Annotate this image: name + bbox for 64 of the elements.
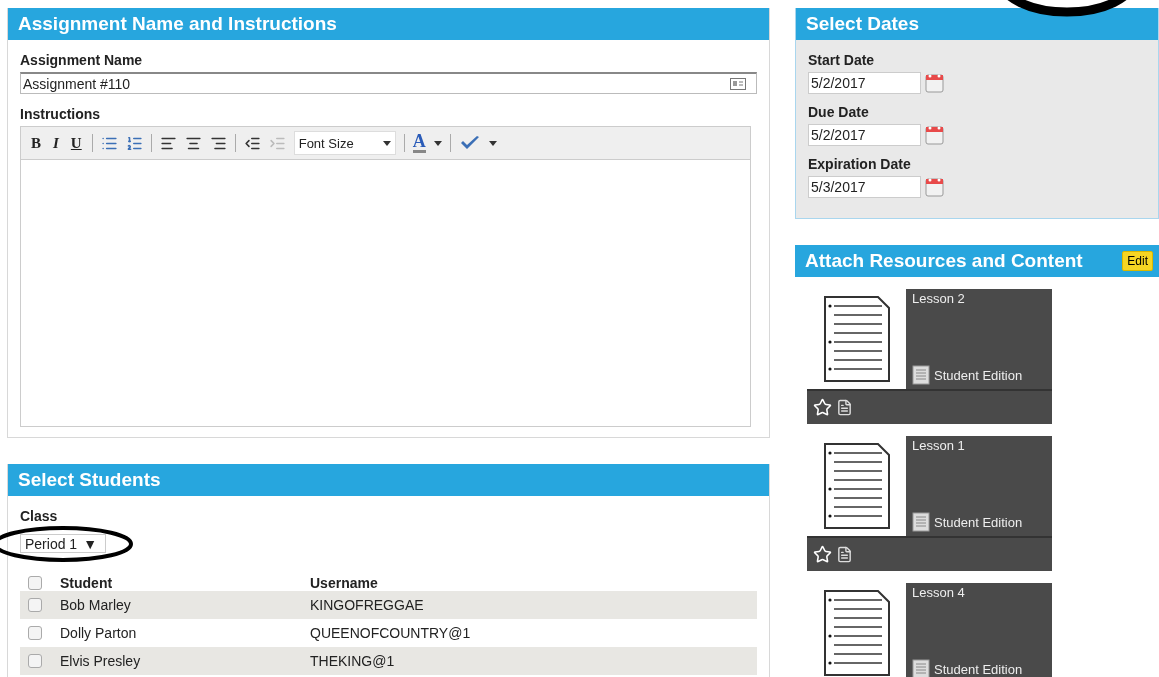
edit-button[interactable]: Edit: [1122, 251, 1153, 271]
caret-icon[interactable]: [488, 140, 497, 146]
student-name: Elvis Presley: [60, 653, 142, 669]
lesson-title: Lesson 1: [912, 438, 966, 453]
edition-label: Student Edition: [934, 661, 1023, 677]
student-row[interactable]: Dolly Parton QUEENOFCOUNTRY@1: [20, 619, 757, 647]
class-select[interactable]: Period 1 ▼: [20, 534, 106, 553]
star-icon[interactable]: [813, 545, 832, 564]
student-row[interactable]: Elvis Presley THEKING@1: [20, 647, 757, 675]
username: THEKING@1: [310, 653, 396, 669]
font-color-button[interactable]: A: [412, 133, 426, 153]
panel-title: Select Dates: [806, 13, 919, 35]
format-button[interactable]: U: [68, 134, 84, 152]
format-button[interactable]: I: [51, 134, 61, 152]
format-button[interactable]: B: [29, 134, 43, 152]
lesson-title: Lesson 4: [912, 585, 966, 600]
lesson-card[interactable]: Lesson 4 Student Edition: [807, 583, 1052, 677]
field-label: Class: [20, 508, 59, 524]
username: QUEENOFCOUNTRY@1: [310, 625, 472, 641]
username: KINGOFREGGAE: [310, 597, 425, 613]
book-icon: [912, 365, 930, 385]
document-icon: [821, 294, 892, 384]
panel-title: Assignment Name and Instructions: [18, 13, 337, 35]
star-icon[interactable]: [813, 398, 832, 417]
book-icon: [912, 512, 930, 532]
document-icon[interactable]: [836, 399, 853, 416]
student-name: Dolly Parton: [60, 625, 138, 641]
field-label: Assignment Name: [20, 52, 144, 68]
row-checkbox[interactable]: [28, 626, 42, 640]
calendar-icon[interactable]: [925, 125, 944, 145]
lesson-title: Lesson 2: [912, 291, 966, 306]
numbered-list-icon[interactable]: [125, 134, 143, 152]
calendar-icon[interactable]: [925, 177, 944, 197]
document-icon[interactable]: [836, 546, 853, 563]
panel-title: Select Students: [18, 469, 161, 491]
assignment-name-field[interactable]: Assignment #110: [20, 72, 757, 94]
date-field[interactable]: 5/2/2017: [808, 124, 921, 146]
caret-icon[interactable]: [433, 140, 442, 146]
edition-label: Student Edition: [934, 367, 1023, 383]
date-field[interactable]: 5/3/2017: [808, 176, 921, 198]
row-checkbox[interactable]: [28, 598, 42, 612]
panel-title: Attach Resources and Content: [805, 250, 1083, 272]
field-label: Instructions: [20, 106, 102, 122]
rich-text-editor[interactable]: B I U Font Size A: [20, 126, 751, 427]
document-icon: [821, 441, 892, 531]
lesson-card[interactable]: Lesson 1 Student Edition: [807, 436, 1052, 571]
caret-icon: [382, 140, 391, 146]
column-header: Student: [60, 575, 114, 591]
contact-card-icon: [730, 77, 746, 90]
select-all-checkbox[interactable]: [28, 576, 42, 590]
field-label: Start Date: [808, 52, 876, 68]
field-label: Expiration Date: [808, 156, 912, 172]
field-label: Due Date: [808, 104, 870, 120]
row-checkbox[interactable]: [28, 654, 42, 668]
edition-label: Student Edition: [934, 514, 1023, 530]
date-field[interactable]: 5/2/2017: [808, 72, 921, 94]
book-icon: [912, 659, 930, 677]
lesson-card[interactable]: Lesson 2 Student Edition: [807, 289, 1052, 424]
column-header: Username: [310, 575, 379, 591]
document-icon: [821, 588, 892, 677]
font-size-select[interactable]: Font Size: [293, 131, 396, 155]
student-name: Bob Marley: [60, 597, 132, 613]
student-row[interactable]: Bob Marley KINGOFREGGAE: [20, 591, 757, 619]
calendar-icon[interactable]: [925, 73, 944, 93]
